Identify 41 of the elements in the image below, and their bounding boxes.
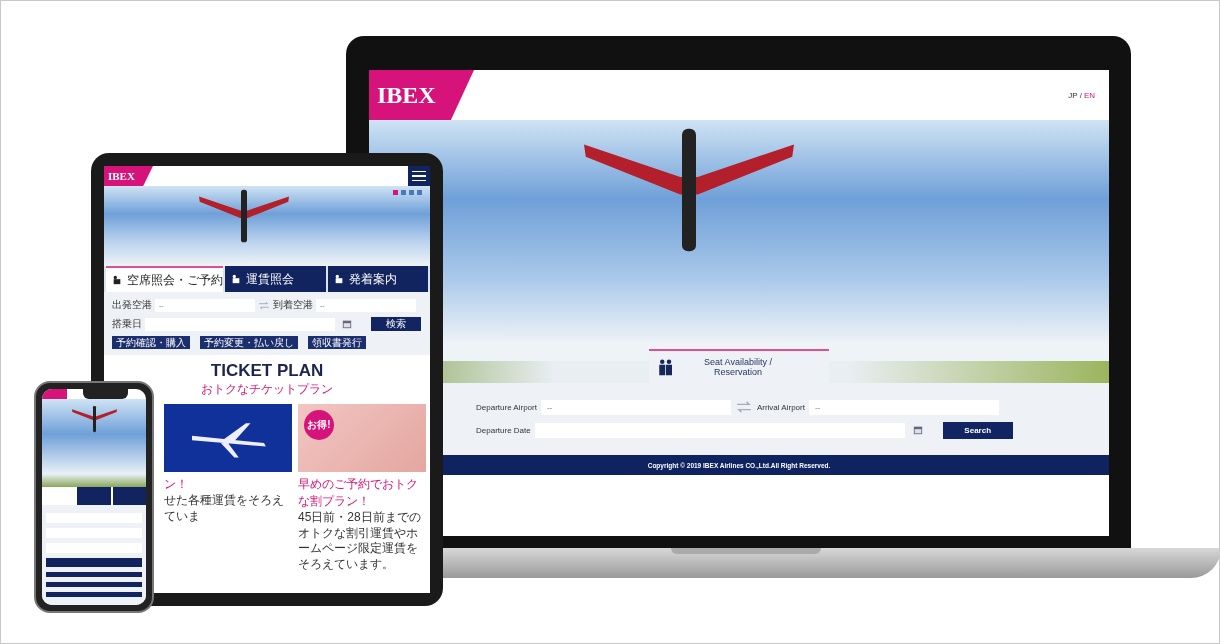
field-label: 搭乗日	[112, 317, 142, 331]
tab[interactable]: 運賃照会	[225, 266, 326, 292]
field-label: Departure Date	[476, 425, 531, 435]
language-separator: /	[1079, 90, 1082, 100]
search-button[interactable]: 検索	[371, 317, 421, 331]
calendar-icon[interactable]	[912, 425, 923, 435]
field-label: Arrival Airport	[756, 402, 805, 412]
tab-icon	[112, 275, 122, 285]
calendar-icon[interactable]	[342, 319, 352, 329]
tab-label: 運賃照会	[246, 270, 294, 288]
card-caption: 早めのご予約でおトクな割プラン！	[298, 476, 419, 510]
language-link[interactable]: JP	[1068, 90, 1078, 100]
field-label: 出発空港	[112, 298, 152, 312]
section-subtitle: おトクなチケットプラン	[200, 381, 334, 398]
card-text: 45日前・28日前までのオトクな割引運賃やホームページ限定運賃をそろえています。	[298, 510, 422, 573]
menu-icon[interactable]	[408, 166, 430, 186]
search-button[interactable]: Search	[942, 421, 1013, 439]
logo[interactable]: IBEX	[104, 166, 153, 186]
link-button[interactable]: 予約確認・購入	[112, 336, 190, 349]
field-label: 到着空港	[273, 298, 313, 312]
card-text: せた各種運賃をそろえていま	[164, 493, 285, 525]
link-button[interactable]: 予約変更・払い戻し	[200, 336, 298, 349]
departure-airport-field[interactable]: --	[540, 399, 731, 415]
section-title: TICKET PLAN	[209, 361, 325, 381]
swap-arrows-icon	[734, 401, 753, 413]
tab-label: 空席照会・ご予約	[127, 271, 223, 289]
tab-icon	[231, 274, 241, 284]
tab-label: 発着案内	[348, 270, 397, 288]
arrival-airport-field[interactable]: --	[808, 399, 999, 415]
tab-icon	[333, 274, 344, 284]
tab[interactable]: 空席照会・ご予約	[106, 266, 223, 292]
card-caption: ン！	[164, 476, 189, 493]
language-link[interactable]: EN	[1083, 90, 1095, 100]
field-label: Departure Airport	[476, 402, 537, 412]
link-button[interactable]: 領収書発行	[308, 336, 366, 349]
seat-availability-tab[interactable]: Seat Availability / Reservation	[649, 349, 829, 383]
deal-badge: お得!	[304, 410, 334, 440]
swap-arrows-icon	[258, 300, 270, 310]
people-icon	[657, 358, 675, 376]
tab[interactable]: 発着案内	[327, 266, 428, 292]
logo[interactable]: IBEX	[369, 70, 474, 120]
